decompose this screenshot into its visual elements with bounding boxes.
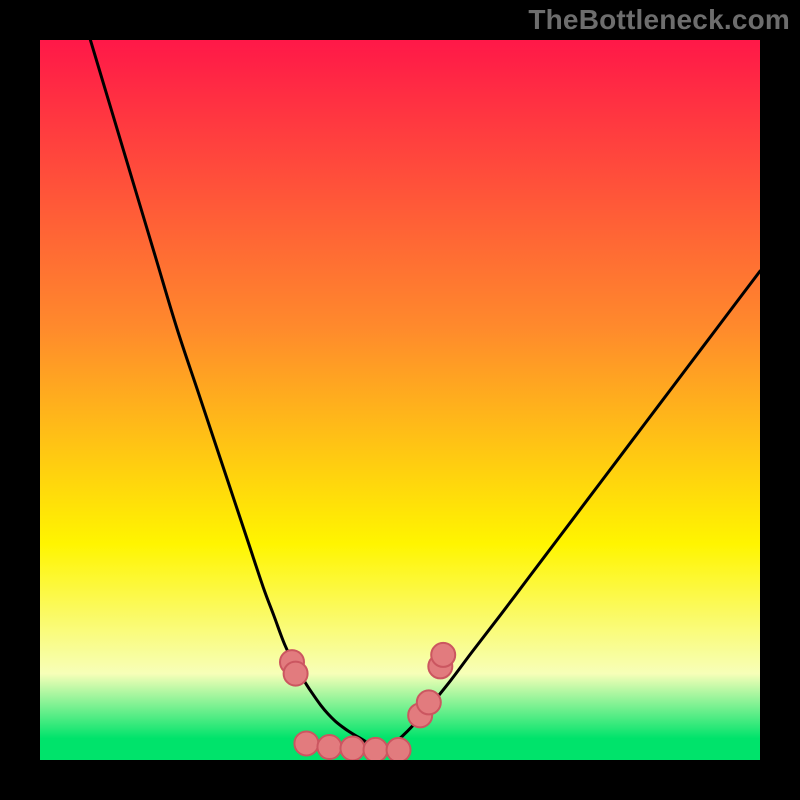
watermark-text: TheBottleneck.com: [528, 4, 790, 36]
bottleneck-chart: [40, 40, 760, 760]
data-marker: [364, 738, 388, 760]
gradient-background: [40, 40, 760, 760]
data-marker: [417, 690, 441, 714]
data-marker: [284, 662, 308, 686]
data-marker: [294, 731, 318, 755]
data-marker: [340, 736, 364, 760]
data-marker: [317, 735, 341, 759]
data-marker: [387, 738, 411, 760]
data-marker: [431, 643, 455, 667]
